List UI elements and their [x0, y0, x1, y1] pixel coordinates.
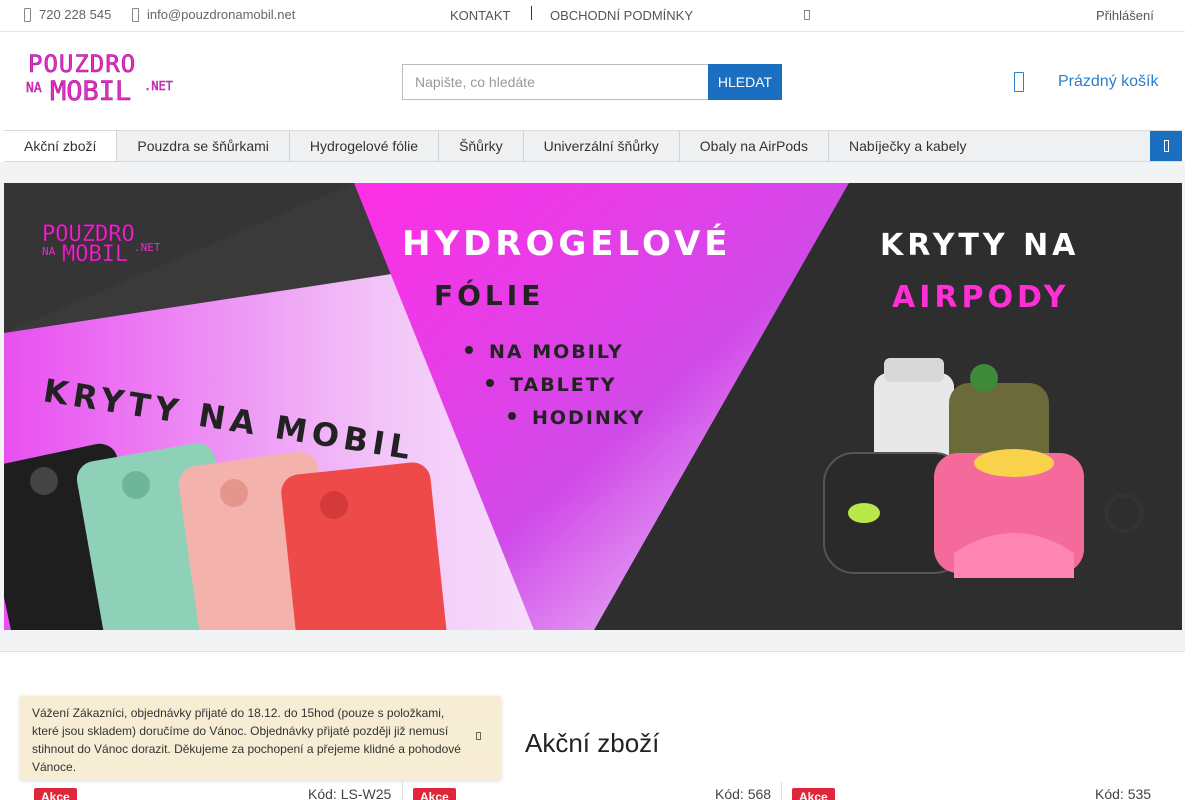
- category-snurky[interactable]: Šňůrky: [439, 131, 524, 161]
- banner-graphic: POUZDRO NA MOBIL .NET HYDROGELOVÉ FÓLIE …: [4, 183, 1182, 630]
- search-input[interactable]: [402, 64, 708, 100]
- category-nav: Akční zboží Pouzdra se šňůrkami Hydrogel…: [4, 130, 1182, 162]
- cart-label: Prázdný košík: [1058, 73, 1159, 90]
- top-bar: 720 228 545 info@pouzdronamobil.net KONT…: [0, 0, 1185, 32]
- section-title: Akční zboží: [525, 728, 660, 758]
- svg-text:NA MOBILY: NA MOBILY: [489, 341, 624, 363]
- site-logo[interactable]: POUZDRO NA MOBIL .NET: [24, 50, 184, 108]
- svg-text:NA: NA: [26, 81, 42, 96]
- menu-icon: [1163, 140, 1169, 152]
- close-icon[interactable]: [476, 732, 481, 740]
- logo-graphic: POUZDRO NA MOBIL .NET: [26, 50, 173, 108]
- banner-airpods-title: KRYTY NA: [880, 228, 1079, 263]
- email-icon: [132, 7, 139, 22]
- banner-hydro-subtitle: FÓLIE: [434, 278, 544, 312]
- nav-link-kontakt[interactable]: KONTAKT: [450, 8, 510, 23]
- category-hydrogelove-folie[interactable]: Hydrogelové fólie: [290, 131, 440, 161]
- category-akcni-zbozi[interactable]: Akční zboží: [4, 131, 118, 161]
- divider: [781, 782, 782, 800]
- notice-text: Vážení Zákazníci, objednávky přijaté do …: [32, 706, 461, 774]
- sale-badge: Akce: [792, 788, 835, 800]
- product-code: Kód: 535: [1095, 786, 1152, 800]
- svg-text:.NET: .NET: [144, 79, 173, 93]
- nav-link-obchodni-podminky[interactable]: OBCHODNÍ PODMÍNKY: [550, 8, 693, 23]
- phone-contact[interactable]: 720 228 545: [24, 7, 111, 22]
- svg-text:MOBIL: MOBIL: [62, 242, 128, 267]
- email-address: info@pouzdronamobil.net: [147, 7, 296, 22]
- divider: [402, 782, 403, 800]
- holiday-notice: Vážení Zákazníci, objednávky přijaté do …: [20, 696, 501, 780]
- phone-icon: [24, 7, 31, 22]
- divider: [531, 6, 532, 20]
- svg-text:TABLETY: TABLETY: [510, 374, 616, 396]
- product-code: Kód: LS-W25: [308, 786, 392, 800]
- product-code: Kód: 568: [715, 786, 772, 800]
- svg-text:POUZDRO: POUZDRO: [28, 50, 136, 78]
- dropdown-icon[interactable]: [804, 10, 810, 20]
- category-nabijecky-a-kabely[interactable]: Nabíječky a kabely: [829, 131, 987, 161]
- banner-hydro-title: HYDROGELOVÉ: [402, 223, 732, 264]
- search-bar: HLEDAT: [402, 64, 782, 100]
- more-categories-button[interactable]: [1150, 131, 1182, 161]
- login-link[interactable]: Přihlášení: [1096, 8, 1154, 23]
- cart-icon: [1014, 72, 1024, 92]
- category-univerzalni-snurky[interactable]: Univerzální šňůrky: [524, 131, 680, 161]
- hero-banner[interactable]: POUZDRO NA MOBIL .NET HYDROGELOVÉ FÓLIE …: [4, 183, 1182, 630]
- category-obaly-na-airpods[interactable]: Obaly na AirPods: [680, 131, 829, 161]
- sale-badge: Akce: [34, 788, 77, 800]
- svg-text:NA: NA: [42, 245, 56, 258]
- email-contact[interactable]: info@pouzdronamobil.net: [132, 7, 295, 22]
- search-button[interactable]: HLEDAT: [708, 64, 782, 100]
- sale-badge: Akce: [413, 788, 456, 800]
- phone-cases-image: [4, 443, 447, 630]
- svg-text:.NET: .NET: [134, 241, 161, 254]
- cart[interactable]: Prázdný košík: [1014, 72, 1158, 92]
- category-pouzdra-se-snurkami[interactable]: Pouzdra se šňůrkami: [117, 131, 290, 161]
- svg-text:HODINKY: HODINKY: [532, 407, 645, 429]
- phone-number: 720 228 545: [39, 7, 112, 22]
- banner-airpods-subtitle: AIRPODY: [892, 280, 1069, 315]
- svg-text:MOBIL: MOBIL: [50, 76, 131, 106]
